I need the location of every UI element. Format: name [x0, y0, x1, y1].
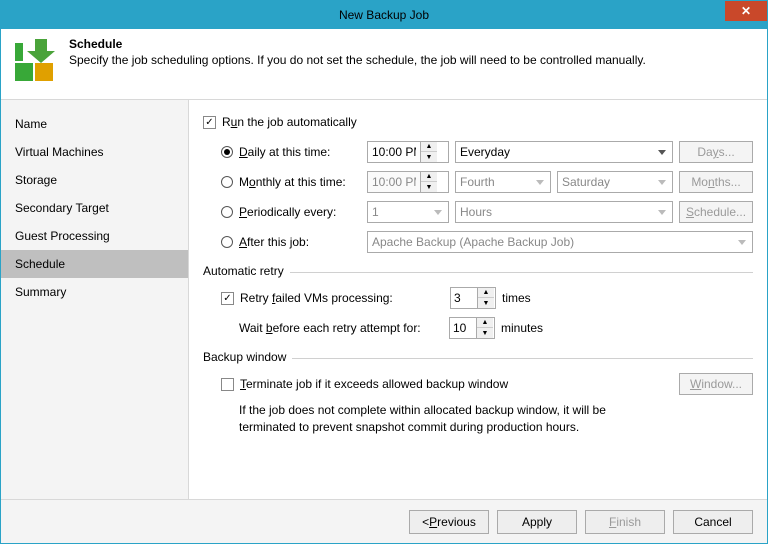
previous-button[interactable]: < Previous — [409, 510, 489, 534]
retry-group-label: Automatic retry — [203, 264, 284, 278]
sidebar-item-guest-processing[interactable]: Guest Processing — [1, 222, 188, 250]
daily-label: Daily at this time: — [239, 145, 367, 159]
run-automatically-checkbox[interactable]: ✓ — [203, 116, 216, 129]
sidebar-item-name[interactable]: Name — [1, 110, 188, 138]
monthly-ordinal-select: Fourth — [455, 171, 551, 193]
wizard-footer: < Previous Apply Finish Cancel — [1, 499, 767, 543]
backup-window-group-label: Backup window — [203, 350, 286, 364]
schedule-icon — [11, 37, 59, 85]
spin-down-icon[interactable]: ▼ — [478, 298, 494, 308]
divider — [290, 272, 753, 273]
dialog-window: New Backup Job ✕ Schedule Specify the jo… — [0, 0, 768, 544]
cancel-button[interactable]: Cancel — [673, 510, 753, 534]
sidebar-item-summary[interactable]: Summary — [1, 278, 188, 306]
monthly-time-input: ▲▼ — [367, 171, 449, 193]
apply-button[interactable]: Apply — [497, 510, 577, 534]
backup-window-hint: If the job does not complete within allo… — [203, 402, 623, 436]
spin-up-icon: ▲ — [421, 172, 437, 182]
retry-label: Retry failed VMs processing: — [240, 291, 450, 305]
run-automatically-label: Run the job automatically — [222, 115, 357, 129]
wait-value-input[interactable]: ▲▼ — [449, 317, 495, 339]
header-subtitle: Specify the job scheduling options. If y… — [69, 53, 646, 67]
page-header: Schedule Specify the job scheduling opti… — [1, 29, 767, 100]
spin-down-icon[interactable]: ▼ — [477, 328, 493, 338]
schedule-button: Schedule... — [679, 201, 753, 223]
periodically-radio[interactable] — [221, 206, 233, 218]
periodically-label: Periodically every: — [239, 205, 367, 219]
monthly-label: Monthly at this time: — [239, 175, 367, 189]
window-button: Window... — [679, 373, 753, 395]
terminate-label: Terminate job if it exceeds allowed back… — [240, 377, 679, 391]
close-button[interactable]: ✕ — [725, 1, 767, 21]
periodic-unit-select: Hours — [455, 201, 673, 223]
daily-frequency-select[interactable]: Everyday — [455, 141, 673, 163]
spin-up-icon[interactable]: ▲ — [477, 318, 493, 328]
daily-time-input[interactable]: ▲▼ — [367, 141, 449, 163]
periodic-value-select: 1 — [367, 201, 449, 223]
sidebar-item-storage[interactable]: Storage — [1, 166, 188, 194]
sidebar-item-virtual-machines[interactable]: Virtual Machines — [1, 138, 188, 166]
finish-button: Finish — [585, 510, 665, 534]
content-pane: ✓ Run the job automatically Daily at thi… — [189, 100, 767, 500]
times-label: times — [502, 291, 531, 305]
titlebar: New Backup Job ✕ — [1, 1, 767, 29]
spin-up-icon[interactable]: ▲ — [421, 142, 437, 152]
after-job-label: After this job: — [239, 235, 367, 249]
header-title: Schedule — [69, 37, 646, 51]
wait-label: Wait before each retry attempt for: — [239, 321, 449, 335]
divider — [292, 358, 753, 359]
terminate-checkbox[interactable] — [221, 378, 234, 391]
sidebar-item-secondary-target[interactable]: Secondary Target — [1, 194, 188, 222]
after-job-radio[interactable] — [221, 236, 233, 248]
monthly-radio[interactable] — [221, 176, 233, 188]
days-button: Days... — [679, 141, 753, 163]
spin-up-icon[interactable]: ▲ — [478, 288, 494, 298]
spin-down-icon: ▼ — [421, 182, 437, 192]
monthly-day-select: Saturday — [557, 171, 673, 193]
daily-radio[interactable] — [221, 146, 233, 158]
retry-count-input[interactable]: ▲▼ — [450, 287, 496, 309]
spin-down-icon[interactable]: ▼ — [421, 152, 437, 162]
retry-checkbox[interactable]: ✓ — [221, 292, 234, 305]
sidebar-item-schedule[interactable]: Schedule — [1, 250, 188, 278]
wizard-sidebar: Name Virtual Machines Storage Secondary … — [1, 100, 189, 500]
months-button: Months... — [679, 171, 753, 193]
window-title: New Backup Job — [339, 8, 429, 22]
minutes-label: minutes — [501, 321, 543, 335]
after-job-select: Apache Backup (Apache Backup Job) — [367, 231, 753, 253]
